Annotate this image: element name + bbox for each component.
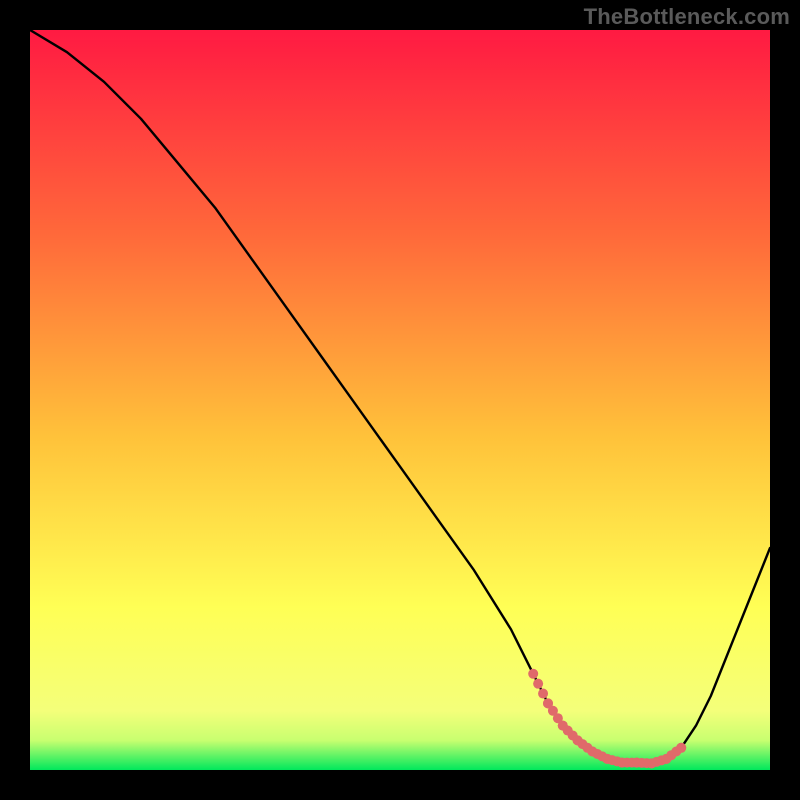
plot-area <box>30 30 770 770</box>
overlay-dot <box>676 743 686 753</box>
overlay-dot <box>528 669 538 679</box>
gradient-bg <box>30 30 770 770</box>
overlay-dot <box>538 689 548 699</box>
chart-svg <box>30 30 770 770</box>
overlay-dot <box>533 679 543 689</box>
watermark-text: TheBottleneck.com <box>584 4 790 30</box>
chart-frame: TheBottleneck.com <box>0 0 800 800</box>
